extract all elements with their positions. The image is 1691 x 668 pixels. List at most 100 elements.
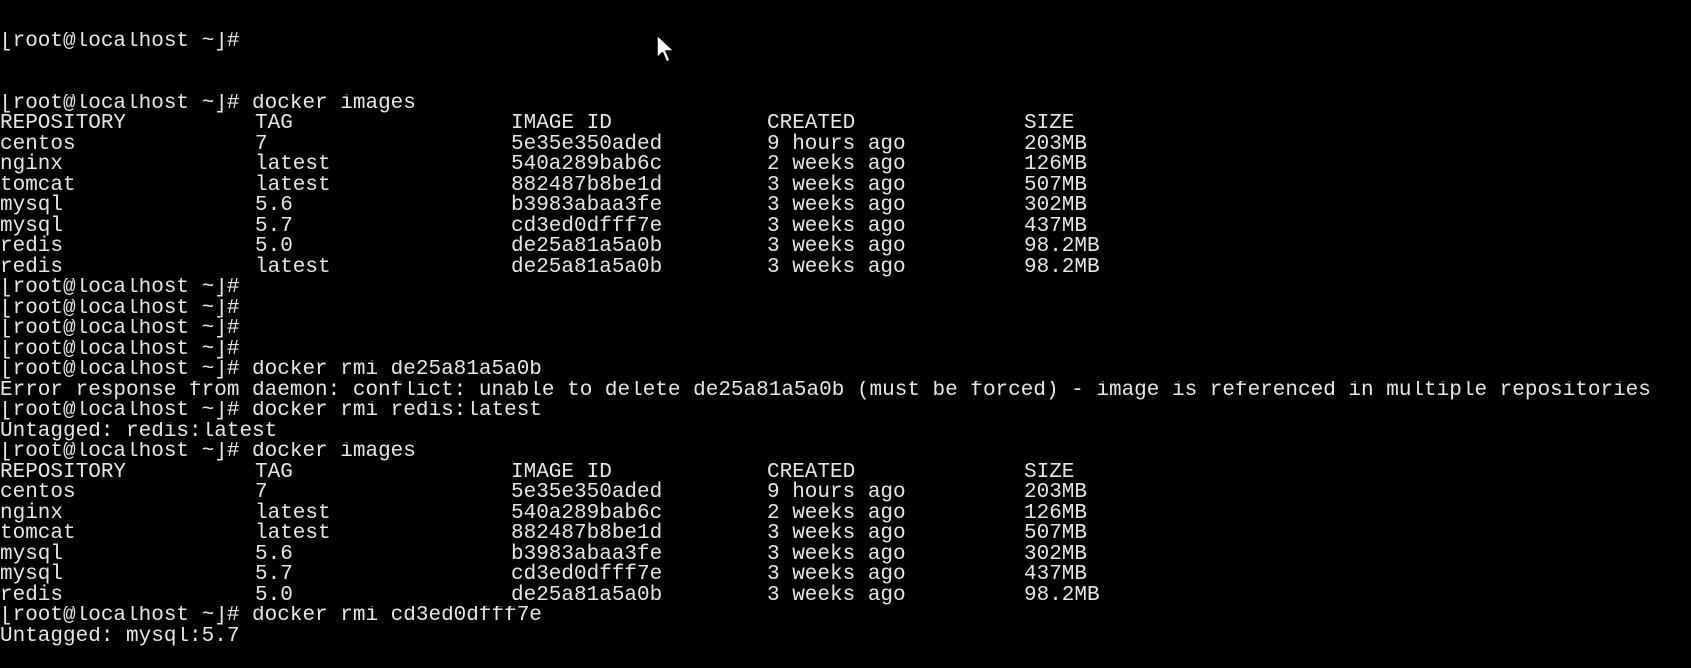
- cell-tag: latest: [255, 501, 331, 525]
- cell-created: 3 weeks ago: [767, 522, 906, 545]
- cell-image-id: de25a81a5a0b: [511, 583, 663, 607]
- cell-image-id: 540a289bab6c: [511, 501, 663, 525]
- command-output-line: Error response from daemon: conflict: un…: [0, 380, 1651, 401]
- shell-prompt: [root@localhost ~]#: [0, 319, 240, 340]
- table-row: centos 7 5e35e350aded 9 hours ago 203MB: [0, 132, 1691, 156]
- table-row: redis latest de25a81a5a0b 3 weeks ago 98.2MB: [0, 255, 1691, 279]
- terminal-output: [root@localhost ~]# docker images REPOSIT…: [0, 94, 1691, 648]
- table-row: nginx latest 540a289bab6c 2 weeks ago 126MB: [0, 153, 1691, 176]
- cell-created: 3 weeks ago: [767, 214, 906, 238]
- column-header-repository: REPOSITORY: [0, 112, 127, 135]
- shell-command: docker images: [252, 442, 416, 463]
- table-row: redis 5.0 de25a81a5a0b 3 weeks ago 98.2MB: [0, 235, 1691, 258]
- table-row: mysql 5.7 cd3ed0dfff7e 3 weeks ago 437MB: [0, 214, 1691, 238]
- cell-size: 437MB: [1024, 214, 1088, 238]
- cell-repository: redis: [0, 583, 64, 607]
- cell-repository: mysql: [0, 563, 64, 586]
- cell-created: 2 weeks ago: [767, 501, 906, 525]
- cell-image-id: cd3ed0dfff7e: [511, 214, 663, 238]
- column-header-tag: TAG: [255, 112, 293, 135]
- terminal-window[interactable]: [root@localhost ~]# [root@localhost ~]# …: [0, 0, 1691, 668]
- cell-repository: tomcat: [0, 522, 76, 545]
- arrow-cursor-icon: [656, 34, 675, 63]
- cell-repository: centos: [0, 481, 76, 504]
- cell-image-id: 5e35e350aded: [511, 481, 663, 504]
- cell-repository: nginx: [0, 501, 64, 525]
- prompt-line: [root@localhost ~]# docker rmi de25a81a5…: [0, 360, 1691, 381]
- cell-repository: redis: [0, 255, 64, 279]
- cell-size: 302MB: [1024, 542, 1088, 566]
- column-header-size: SIZE: [1024, 460, 1075, 484]
- cell-image-id: cd3ed0dfff7e: [511, 563, 663, 586]
- cell-size: 98.2MB: [1024, 235, 1100, 258]
- cell-created: 9 hours ago: [767, 132, 906, 156]
- prompt-line: [root@localhost ~]#: [0, 319, 1691, 340]
- cell-size: 126MB: [1024, 501, 1088, 525]
- cell-size: 507MB: [1024, 173, 1088, 197]
- cell-size: 507MB: [1024, 522, 1088, 545]
- cell-image-id: 5e35e350aded: [511, 132, 663, 156]
- cell-size: 437MB: [1024, 563, 1088, 586]
- cell-tag: latest: [255, 153, 331, 176]
- cell-created: 3 weeks ago: [767, 583, 906, 607]
- cell-created: 3 weeks ago: [767, 255, 906, 279]
- cell-image-id: de25a81a5a0b: [511, 255, 663, 279]
- cell-repository: mysql: [0, 214, 64, 238]
- table-row: mysql 5.6 b3983abaa3fe 3 weeks ago 302MB: [0, 194, 1691, 217]
- cell-tag: latest: [255, 173, 331, 197]
- prompt-line: [root@localhost ~]# docker images: [0, 442, 1691, 463]
- column-header-tag: TAG: [255, 460, 293, 484]
- terminal-line-partial: [root@localhost ~]#: [0, 32, 240, 53]
- prompt-line: [root@localhost ~]# docker rmi redis:lat…: [0, 401, 1691, 422]
- images-table-header: REPOSITORY TAG IMAGE ID CREATED SIZE: [0, 460, 1691, 484]
- cell-image-id: 540a289bab6c: [511, 153, 663, 176]
- table-row: centos 7 5e35e350aded 9 hours ago 203MB: [0, 481, 1691, 504]
- column-header-created: CREATED: [767, 112, 856, 135]
- cell-image-id: de25a81a5a0b: [511, 235, 663, 258]
- shell-prompt: [root@localhost ~]#: [0, 401, 253, 422]
- table-row: tomcat latest 882487b8be1d 3 weeks ago 507MB: [0, 522, 1691, 545]
- cell-created: 3 weeks ago: [767, 563, 906, 586]
- shell-prompt: [root@localhost ~]#: [0, 360, 253, 381]
- cell-tag: 7: [255, 132, 268, 156]
- prompt-line: [root@localhost ~]#: [0, 340, 1691, 361]
- cell-created: 2 weeks ago: [767, 153, 906, 176]
- cell-created: 3 weeks ago: [767, 194, 906, 217]
- prompt-line: [root@localhost ~]#: [0, 299, 1691, 320]
- cell-image-id: 882487b8be1d: [511, 522, 663, 545]
- cell-image-id: 882487b8be1d: [511, 173, 663, 197]
- shell-prompt: [root@localhost ~]#: [0, 606, 253, 627]
- cell-tag: 5.0: [255, 235, 293, 258]
- cell-size: 203MB: [1024, 481, 1088, 504]
- cell-tag: 5.6: [255, 542, 293, 566]
- column-header-image-id: IMAGE ID: [511, 460, 612, 484]
- shell-prompt: [root@localhost ~]#: [0, 298, 240, 319]
- cell-tag: latest: [255, 255, 331, 279]
- cell-size: 126MB: [1024, 153, 1088, 176]
- cell-repository: centos: [0, 132, 76, 156]
- cell-size: 98.2MB: [1024, 255, 1100, 279]
- table-row: mysql 5.6 b3983abaa3fe 3 weeks ago 302MB: [0, 542, 1691, 566]
- column-header-created: CREATED: [767, 460, 856, 484]
- cell-created: 3 weeks ago: [767, 173, 906, 197]
- shell-prompt: [root@localhost ~]#: [0, 339, 240, 360]
- shell-prompt: [root@localhost ~]#: [0, 278, 240, 299]
- column-header-size: SIZE: [1024, 112, 1075, 135]
- cell-tag: 5.7: [255, 563, 293, 586]
- table-row: nginx latest 540a289bab6c 2 weeks ago 126MB: [0, 501, 1691, 525]
- cell-tag: 5.7: [255, 214, 293, 238]
- shell-command: docker rmi redis:latest: [252, 401, 542, 422]
- column-header-repository: REPOSITORY: [0, 460, 127, 484]
- shell-command: docker rmi de25a81a5a0b: [252, 360, 542, 381]
- cell-tag: 5.0: [255, 583, 293, 607]
- command-output-line: Untagged: mysql:5.7: [0, 626, 240, 647]
- command-output-line: Untagged: redis:latest: [0, 421, 278, 442]
- cell-created: 9 hours ago: [767, 481, 906, 504]
- table-row: mysql 5.7 cd3ed0dfff7e 3 weeks ago 437MB: [0, 563, 1691, 586]
- images-table-header: REPOSITORY TAG IMAGE ID CREATED SIZE: [0, 112, 1691, 135]
- prompt-line: [root@localhost ~]# docker images: [0, 94, 1691, 115]
- cell-tag: latest: [255, 522, 331, 545]
- cell-repository: redis: [0, 235, 64, 258]
- cell-repository: tomcat: [0, 173, 76, 197]
- prompt-line: [root@localhost ~]#: [0, 278, 1691, 299]
